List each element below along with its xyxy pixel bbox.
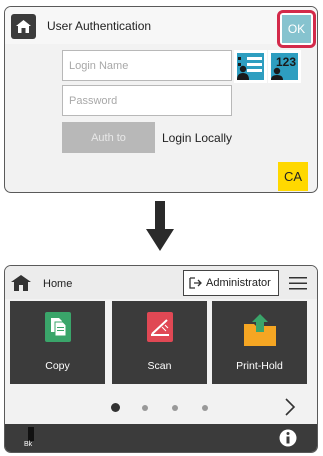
ok-button[interactable]: OK [282, 15, 311, 43]
arrow-down-icon [146, 201, 174, 251]
page-indicator [111, 403, 211, 413]
home-button[interactable] [11, 14, 36, 39]
copy-icon [44, 312, 71, 342]
menu-icon[interactable] [289, 277, 307, 290]
user-number-icon: 123 [271, 53, 298, 80]
page-dot-active[interactable] [111, 403, 120, 412]
home-screen: Home Administrator Copy Scan Print-Hold … [4, 265, 318, 453]
scan-label: Scan [147, 360, 172, 372]
print-hold-tile[interactable]: Print-Hold [212, 301, 307, 384]
logout-icon [189, 277, 202, 289]
toner-indicator[interactable]: Bk [22, 425, 46, 451]
user-list-icon [237, 53, 264, 80]
password-field[interactable]: Password [62, 85, 232, 116]
home-title: Home [43, 278, 73, 290]
home-header: Home Administrator [5, 266, 317, 299]
login-locally-label[interactable]: Login Locally [162, 131, 232, 145]
print-hold-label: Print-Hold [236, 360, 283, 372]
copy-tile[interactable]: Copy [10, 301, 105, 384]
info-icon[interactable] [279, 429, 297, 447]
user-authentication-screen: User Authentication OK Login Name Passwo… [4, 6, 318, 193]
copy-label: Copy [45, 360, 70, 372]
scan-tile[interactable]: Scan [112, 301, 207, 384]
print-hold-icon [243, 314, 276, 346]
status-footer: Bk [5, 424, 317, 452]
home-icon[interactable] [11, 275, 31, 291]
page-dot[interactable] [202, 405, 208, 411]
page-dot[interactable] [142, 405, 148, 411]
user-number-button[interactable]: 123 [268, 50, 301, 83]
ok-button-highlight: OK [277, 10, 316, 48]
svg-text:123: 123 [276, 55, 296, 69]
auth-to-button[interactable]: Auth to [62, 122, 155, 153]
administrator-button[interactable]: Administrator [183, 270, 279, 296]
user-list-button[interactable] [234, 50, 267, 83]
administrator-label: Administrator [206, 277, 271, 289]
scan-icon [146, 312, 173, 342]
login-name-field[interactable]: Login Name [62, 50, 232, 81]
ca-button[interactable]: CA [278, 162, 308, 191]
home-icon [16, 20, 31, 33]
page-dot[interactable] [172, 405, 178, 411]
toner-label: Bk [24, 441, 33, 448]
chevron-right-icon[interactable] [283, 397, 297, 417]
toner-level-bar [28, 427, 34, 441]
auth-title: User Authentication [47, 19, 152, 33]
auth-header: User Authentication [5, 7, 317, 44]
